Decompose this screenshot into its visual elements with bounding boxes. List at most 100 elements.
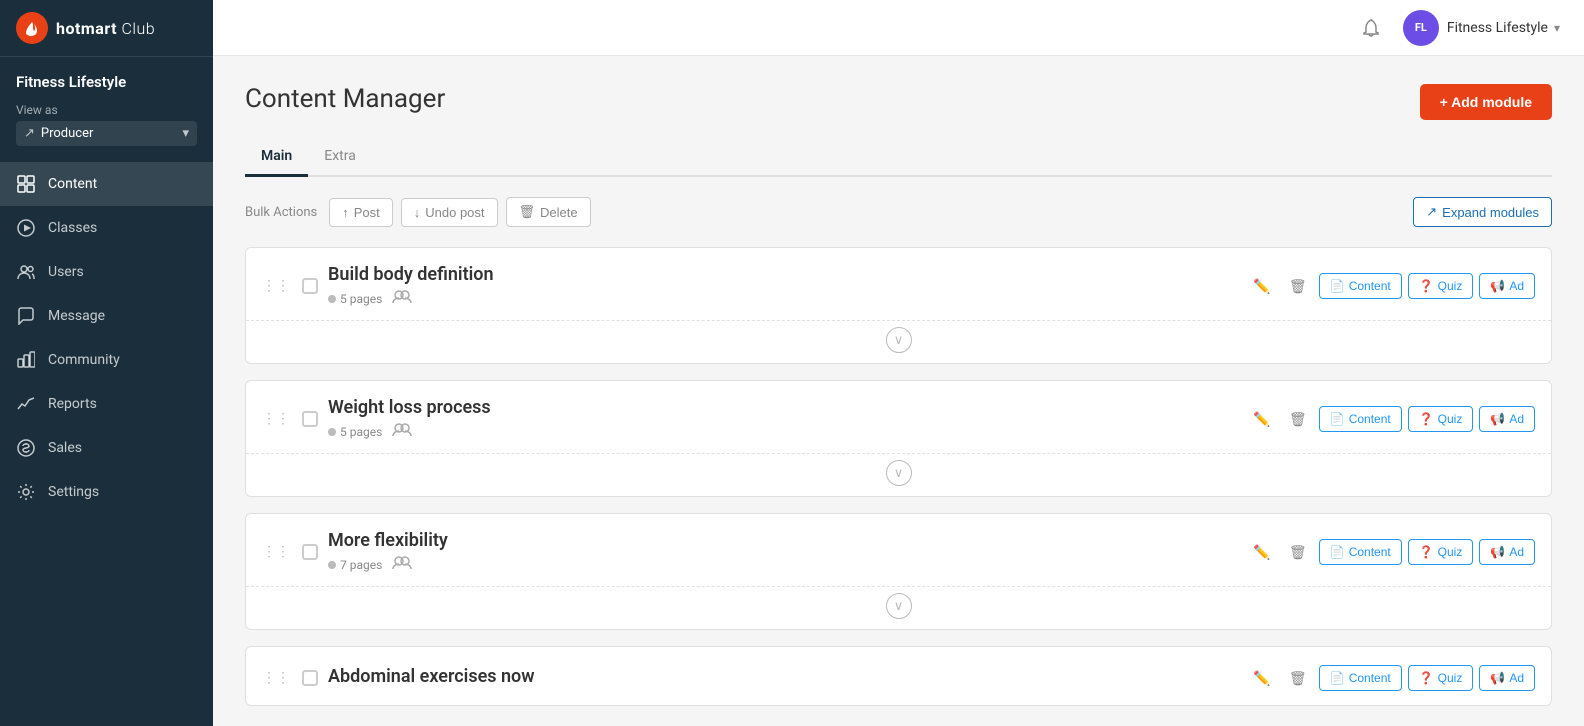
trash-button-0[interactable]: 🗑 [1283, 271, 1313, 301]
expand-modules-button[interactable]: ↗ Expand modules [1413, 197, 1552, 227]
sidebar-item-users[interactable]: Users [0, 250, 213, 294]
post-button[interactable]: ↑ Post [329, 198, 393, 227]
trash-button-2[interactable]: 🗑 [1283, 537, 1313, 567]
bulk-actions-bar: Bulk Actions ↑ Post ↓ Undo post 🗑 Delete… [245, 197, 1552, 227]
module-card-2: ⋮⋮ More flexibility 7 pages [245, 513, 1552, 630]
module-header-1: ⋮⋮ Weight loss process 5 pages [246, 381, 1551, 453]
users-icon [16, 262, 36, 282]
module-checkbox-1[interactable] [302, 411, 318, 427]
edit-button-0[interactable]: ✏️ [1247, 271, 1277, 301]
quiz-tag-btn-0[interactable]: ❓ Quiz [1408, 273, 1474, 299]
tab-main[interactable]: Main [245, 140, 308, 177]
module-info-1: Weight loss process 5 pages [328, 397, 1237, 441]
message-icon [16, 306, 36, 326]
drag-handle-0[interactable]: ⋮⋮ [262, 278, 290, 294]
quiz-tag-btn-3[interactable]: ❓ Quiz [1408, 665, 1474, 691]
ad-tag-btn-2[interactable]: 📢 Ad [1479, 539, 1535, 565]
module-card-3: ⋮⋮ Abdominal exercises now ✏️ 🗑 📄 Conten… [245, 646, 1552, 706]
module-actions-3: ✏️ 🗑 📄 Content ❓ Quiz 📢 Ad [1247, 663, 1535, 693]
add-module-button[interactable]: + Add module [1420, 84, 1552, 120]
module-expand-2[interactable]: ∨ [246, 586, 1551, 629]
drag-handle-1[interactable]: ⋮⋮ [262, 411, 290, 427]
module-title-0: Build body definition [328, 264, 1237, 285]
reports-icon [16, 394, 36, 414]
sales-icon [16, 438, 36, 458]
delete-button[interactable]: 🗑 Delete [506, 197, 591, 227]
quiz-tag-icon-0: ❓ [1419, 279, 1434, 293]
sidebar-item-community[interactable]: Community [0, 338, 213, 382]
main-area: FL Fitness Lifestyle ▾ Content Manager +… [213, 0, 1584, 726]
module-meta-0: 5 pages [328, 289, 1237, 308]
module-checkbox-0[interactable] [302, 278, 318, 294]
trash-button-3[interactable]: 🗑 [1283, 663, 1313, 693]
module-title-2: More flexibility [328, 530, 1237, 551]
group-icon-0 [392, 289, 412, 308]
quiz-tag-icon-3: ❓ [1419, 671, 1434, 685]
undo-post-button[interactable]: ↓ Undo post [401, 198, 498, 227]
sidebar-item-message-label: Message [48, 308, 105, 324]
edit-button-1[interactable]: ✏️ [1247, 404, 1277, 434]
notification-bell[interactable] [1355, 12, 1387, 44]
module-header-3: ⋮⋮ Abdominal exercises now ✏️ 🗑 📄 Conten… [246, 647, 1551, 705]
module-expand-1[interactable]: ∨ [246, 453, 1551, 496]
tabs: Main Extra [245, 140, 1552, 177]
content-tag-icon-3: 📄 [1330, 671, 1345, 685]
sidebar-item-settings[interactable]: Settings [0, 470, 213, 514]
expand-chevron-0: ∨ [886, 327, 912, 353]
sidebar-item-reports[interactable]: Reports [0, 382, 213, 426]
sidebar-item-message[interactable]: Message [0, 294, 213, 338]
topbar: FL Fitness Lifestyle ▾ [213, 0, 1584, 56]
status-dot-0 [328, 295, 336, 303]
module-pages-2: 7 pages [328, 558, 382, 572]
group-icon-2 [392, 555, 412, 574]
module-pages-0: 5 pages [328, 292, 382, 306]
module-expand-0[interactable]: ∨ [246, 320, 1551, 363]
tab-extra[interactable]: Extra [308, 140, 372, 177]
sidebar-item-settings-label: Settings [48, 484, 99, 500]
trash-button-1[interactable]: 🗑 [1283, 404, 1313, 434]
status-dot-2 [328, 561, 336, 569]
drag-handle-2[interactable]: ⋮⋮ [262, 544, 290, 560]
edit-button-3[interactable]: ✏️ [1247, 663, 1277, 693]
content-tag-btn-0[interactable]: 📄 Content [1319, 273, 1402, 299]
content-tag-btn-1[interactable]: 📄 Content [1319, 406, 1402, 432]
module-checkbox-2[interactable] [302, 544, 318, 560]
module-card-0: ⋮⋮ Build body definition 5 pages [245, 247, 1552, 364]
module-title-1: Weight loss process [328, 397, 1237, 418]
ad-tag-icon-2: 📢 [1490, 545, 1505, 559]
expand-chevron-2: ∨ [886, 593, 912, 619]
expand-chevron-1: ∨ [886, 460, 912, 486]
ad-tag-btn-1[interactable]: 📢 Ad [1479, 406, 1535, 432]
delete-icon: 🗑 [519, 204, 536, 220]
module-header-0: ⋮⋮ Build body definition 5 pages [246, 248, 1551, 320]
quiz-tag-btn-1[interactable]: ❓ Quiz [1408, 406, 1474, 432]
content-tag-icon-1: 📄 [1330, 412, 1345, 426]
module-pages-1: 5 pages [328, 425, 382, 439]
content-tag-btn-2[interactable]: 📄 Content [1319, 539, 1402, 565]
username: Fitness Lifestyle [1447, 20, 1548, 36]
expand-icon: ↗ [1426, 204, 1437, 220]
producer-label: Producer [41, 126, 94, 141]
page-header: Content Manager + Add module [245, 84, 1552, 120]
content-tag-btn-3[interactable]: 📄 Content [1319, 665, 1402, 691]
ad-tag-btn-0[interactable]: 📢 Ad [1479, 273, 1535, 299]
drag-handle-3[interactable]: ⋮⋮ [262, 670, 290, 686]
sidebar-item-sales[interactable]: Sales [0, 426, 213, 470]
sidebar-item-classes[interactable]: Classes [0, 206, 213, 250]
user-menu-chevron[interactable]: ▾ [1554, 21, 1560, 35]
group-icon-1 [392, 422, 412, 441]
quiz-tag-btn-2[interactable]: ❓ Quiz [1408, 539, 1474, 565]
producer-select[interactable]: ↗ Producer ▾ [16, 121, 197, 146]
ad-tag-icon-0: 📢 [1490, 279, 1505, 293]
module-card-1: ⋮⋮ Weight loss process 5 pages [245, 380, 1552, 497]
edit-button-2[interactable]: ✏️ [1247, 537, 1277, 567]
post-icon: ↑ [342, 205, 349, 220]
sidebar-item-content[interactable]: Content [0, 162, 213, 206]
module-checkbox-3[interactable] [302, 670, 318, 686]
community-icon [16, 350, 36, 370]
sidebar-item-reports-label: Reports [48, 396, 97, 412]
page-title: Content Manager [245, 84, 445, 114]
ad-tag-btn-3[interactable]: 📢 Ad [1479, 665, 1535, 691]
module-actions-0: ✏️ 🗑 📄 Content ❓ Quiz 📢 Ad [1247, 271, 1535, 301]
sidebar-item-content-label: Content [48, 176, 97, 192]
